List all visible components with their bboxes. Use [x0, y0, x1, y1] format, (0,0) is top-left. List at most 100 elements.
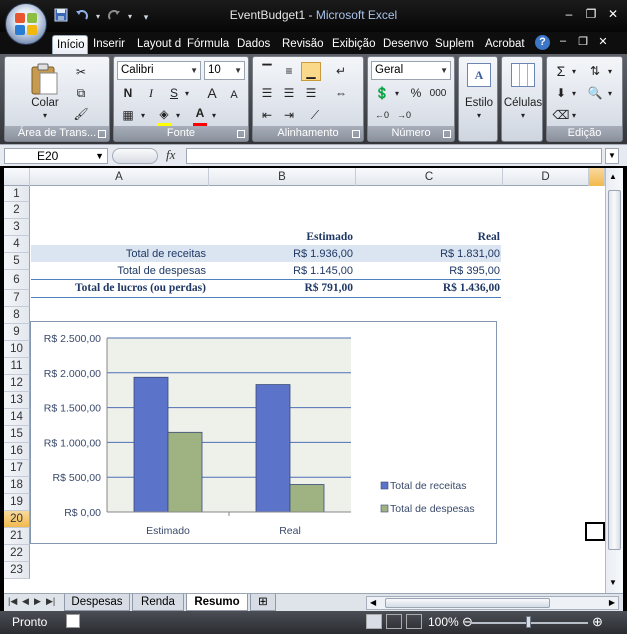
- row-header-17[interactable]: 17: [4, 460, 30, 477]
- tab-exibicao[interactable]: Exibição: [328, 35, 379, 54]
- office-button[interactable]: [5, 3, 47, 45]
- wrap-text-icon[interactable]: ↵: [331, 62, 351, 81]
- vertical-scroll-thumb[interactable]: [608, 190, 621, 550]
- align-left-icon[interactable]: ☰: [257, 84, 277, 103]
- row-header-15[interactable]: 15: [4, 426, 30, 443]
- decrease-decimal-icon[interactable]: →0: [394, 106, 414, 125]
- row-header-14[interactable]: 14: [4, 409, 30, 426]
- row-header-8[interactable]: 8: [4, 307, 30, 324]
- row-header-16[interactable]: 16: [4, 443, 30, 460]
- paste-button[interactable]: Colar: [25, 97, 65, 109]
- cut-icon[interactable]: ✂: [71, 63, 91, 82]
- sort-dropdown-icon[interactable]: ▾: [605, 62, 615, 81]
- clipboard-launcher-icon[interactable]: [98, 130, 106, 138]
- borders-dropdown-icon[interactable]: ▾: [138, 106, 148, 125]
- row-header-6[interactable]: 6: [4, 270, 30, 290]
- minimize-icon[interactable]: –: [561, 6, 577, 22]
- formula-input[interactable]: [186, 148, 602, 164]
- align-bottom-icon[interactable]: ▁: [301, 62, 321, 81]
- font-size-select[interactable]: 10 ▼: [204, 61, 245, 80]
- align-center-icon[interactable]: ☰: [279, 84, 299, 103]
- font-color-dropdown-icon[interactable]: ▾: [209, 106, 219, 125]
- thousands-button[interactable]: 000: [428, 84, 448, 103]
- tab-formulas[interactable]: Fórmula: [183, 35, 233, 54]
- row-header-7[interactable]: 7: [4, 290, 30, 307]
- clear-icon[interactable]: ⌫: [551, 106, 571, 125]
- column-header-d[interactable]: D: [503, 168, 589, 186]
- row-header-11[interactable]: 11: [4, 358, 30, 375]
- help-icon[interactable]: ?: [535, 35, 550, 50]
- row-header-20[interactable]: 20: [4, 511, 30, 528]
- sort-filter-icon[interactable]: ⇅: [585, 62, 605, 81]
- find-select-icon[interactable]: 🔍: [585, 84, 605, 103]
- scroll-down-icon[interactable]: ▼: [609, 578, 617, 587]
- tab-inicio[interactable]: Início: [52, 35, 88, 54]
- sheet-tab-resumo[interactable]: Resumo: [186, 594, 248, 611]
- macro-record-icon[interactable]: [66, 614, 80, 628]
- clear-dropdown-icon[interactable]: ▾: [569, 106, 579, 125]
- styles-icon[interactable]: A: [467, 63, 491, 87]
- prev-sheet-icon[interactable]: ◀: [22, 596, 29, 607]
- horizontal-scroll-thumb[interactable]: [385, 598, 550, 608]
- row-header-12[interactable]: 12: [4, 375, 30, 392]
- font-name-select[interactable]: Calibri ▼: [117, 61, 201, 80]
- normal-view-icon[interactable]: [366, 614, 382, 629]
- row-header-9[interactable]: 9: [4, 324, 30, 341]
- orientation-icon[interactable]: ⟋: [305, 106, 325, 125]
- first-sheet-icon[interactable]: |◀: [8, 596, 17, 607]
- styles-button[interactable]: Estilo: [459, 97, 499, 109]
- borders-icon[interactable]: ▦: [118, 106, 138, 125]
- row-label-lucros[interactable]: Total de lucros (ou perdas): [31, 280, 206, 296]
- row-header-1[interactable]: 1: [4, 186, 30, 202]
- row-label-receitas[interactable]: Total de receitas: [31, 246, 206, 262]
- chart[interactable]: R$ 0,00 R$ 500,00 R$ 1.000,00 R$ 1.500,00 R$…: [30, 321, 497, 544]
- zoom-knob[interactable]: [526, 616, 531, 628]
- tab-dados[interactable]: Dados: [233, 35, 277, 54]
- paste-icon[interactable]: [27, 63, 61, 97]
- row-header-18[interactable]: 18: [4, 477, 30, 494]
- scroll-right-icon[interactable]: ▶: [609, 598, 615, 607]
- select-all-corner[interactable]: [4, 168, 30, 186]
- row-header-21[interactable]: 21: [4, 528, 30, 545]
- tab-inserir[interactable]: Inserir: [89, 35, 133, 54]
- page-layout-view-icon[interactable]: [386, 614, 402, 629]
- currency-dropdown-icon[interactable]: ▾: [392, 84, 402, 103]
- sheet-tab-renda[interactable]: Renda: [132, 594, 184, 611]
- font-launcher-icon[interactable]: [237, 130, 245, 138]
- row-header-4[interactable]: 4: [4, 236, 30, 253]
- fill-dropdown-icon[interactable]: ▾: [173, 106, 183, 125]
- underline-dropdown-icon[interactable]: ▾: [182, 84, 192, 103]
- number-launcher-icon[interactable]: [443, 130, 451, 138]
- column-header-a[interactable]: A: [30, 168, 209, 186]
- name-box[interactable]: E20 ▼: [4, 148, 108, 164]
- row-header-13[interactable]: 13: [4, 392, 30, 409]
- align-middle-icon[interactable]: ≡: [279, 62, 299, 81]
- column-header-b[interactable]: B: [209, 168, 356, 186]
- header-estimado[interactable]: Estimado: [230, 229, 353, 245]
- tab-layout[interactable]: Layout d: [133, 35, 183, 54]
- increase-indent-icon[interactable]: ⇥: [279, 106, 299, 125]
- doc-close-icon[interactable]: ✕: [596, 35, 610, 48]
- copy-icon[interactable]: ⧉: [71, 84, 91, 103]
- decrease-indent-icon[interactable]: ⇤: [257, 106, 277, 125]
- percent-button[interactable]: %: [406, 84, 426, 103]
- close-icon[interactable]: ✕: [605, 6, 621, 22]
- active-cell-e20[interactable]: [585, 522, 605, 541]
- align-top-icon[interactable]: ▔: [257, 62, 277, 81]
- underline-button[interactable]: S: [164, 84, 184, 103]
- cells-icon[interactable]: [511, 63, 535, 87]
- row-header-2[interactable]: 2: [4, 202, 30, 219]
- zoom-in-icon[interactable]: ⊕: [592, 614, 603, 630]
- find-dropdown-icon[interactable]: ▾: [605, 84, 615, 103]
- fill-dropdown-icon[interactable]: ▾: [569, 84, 579, 103]
- sheet-tab-despesas[interactable]: Despesas: [64, 594, 130, 611]
- styles-dropdown-icon[interactable]: ▾: [473, 111, 485, 120]
- italic-button[interactable]: I: [141, 84, 161, 103]
- insert-function-button[interactable]: fx: [166, 147, 175, 163]
- page-break-view-icon[interactable]: [406, 614, 422, 629]
- currency-icon[interactable]: 💲: [372, 84, 392, 103]
- bold-button[interactable]: N: [118, 84, 138, 103]
- vertical-scrollbar[interactable]: ▲ ▼: [605, 168, 623, 593]
- number-format-select[interactable]: Geral ▼: [371, 61, 451, 80]
- row-header-23[interactable]: 23: [4, 562, 30, 579]
